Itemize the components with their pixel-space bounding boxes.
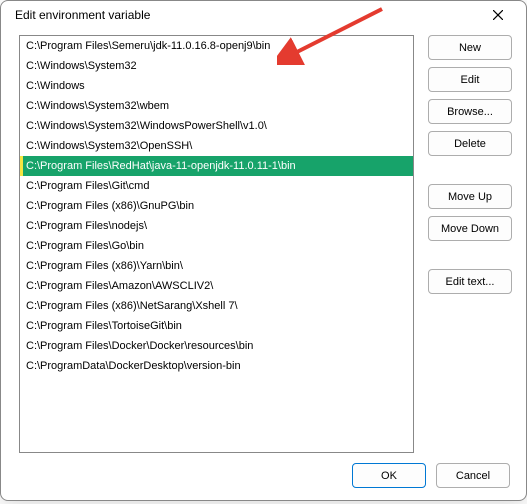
new-button[interactable]: New: [428, 35, 512, 60]
list-item[interactable]: C:\ProgramData\DockerDesktop\version-bin: [20, 356, 413, 376]
list-item[interactable]: C:\Program Files\RedHat\java-11-openjdk-…: [20, 156, 413, 176]
titlebar: Edit environment variable: [1, 1, 526, 29]
browse-button[interactable]: Browse...: [428, 99, 512, 124]
list-item[interactable]: C:\Windows\System32\wbem: [20, 96, 413, 116]
list-item[interactable]: C:\Program Files (x86)\GnuPG\bin: [20, 196, 413, 216]
list-item[interactable]: C:\Program Files\Amazon\AWSCLIV2\: [20, 276, 413, 296]
close-icon: [493, 10, 503, 20]
spacer: [428, 163, 512, 177]
edit-text-button[interactable]: Edit text...: [428, 269, 512, 294]
content-area: C:\Program Files\Semeru\jdk-11.0.16.8-op…: [1, 29, 526, 459]
footer-buttons: OK Cancel: [1, 459, 526, 504]
list-item[interactable]: C:\Program Files\Docker\Docker\resources…: [20, 336, 413, 356]
edit-button[interactable]: Edit: [428, 67, 512, 92]
list-item[interactable]: C:\Program Files (x86)\NetSarang\Xshell …: [20, 296, 413, 316]
dialog-window: Edit environment variable C:\Program Fil…: [0, 0, 527, 501]
list-item[interactable]: C:\Program Files\TortoiseGit\bin: [20, 316, 413, 336]
list-item[interactable]: C:\Windows\System32\OpenSSH\: [20, 136, 413, 156]
list-item[interactable]: C:\Program Files\Semeru\jdk-11.0.16.8-op…: [20, 36, 413, 56]
delete-button[interactable]: Delete: [428, 131, 512, 156]
side-button-column: New Edit Browse... Delete Move Up Move D…: [428, 35, 512, 453]
window-title: Edit environment variable: [15, 8, 478, 22]
move-up-button[interactable]: Move Up: [428, 184, 512, 209]
spacer: [428, 248, 512, 262]
list-item[interactable]: C:\Windows\System32: [20, 56, 413, 76]
move-down-button[interactable]: Move Down: [428, 216, 512, 241]
list-item[interactable]: C:\Program Files\Go\bin: [20, 236, 413, 256]
list-item[interactable]: C:\Program Files\nodejs\: [20, 216, 413, 236]
ok-button[interactable]: OK: [352, 463, 426, 488]
cancel-button[interactable]: Cancel: [436, 463, 510, 488]
list-item[interactable]: C:\Windows: [20, 76, 413, 96]
list-item[interactable]: C:\Windows\System32\WindowsPowerShell\v1…: [20, 116, 413, 136]
list-item[interactable]: C:\Program Files\Git\cmd: [20, 176, 413, 196]
path-listbox[interactable]: C:\Program Files\Semeru\jdk-11.0.16.8-op…: [19, 35, 414, 453]
list-item[interactable]: C:\Program Files (x86)\Yarn\bin\: [20, 256, 413, 276]
close-button[interactable]: [478, 1, 518, 29]
